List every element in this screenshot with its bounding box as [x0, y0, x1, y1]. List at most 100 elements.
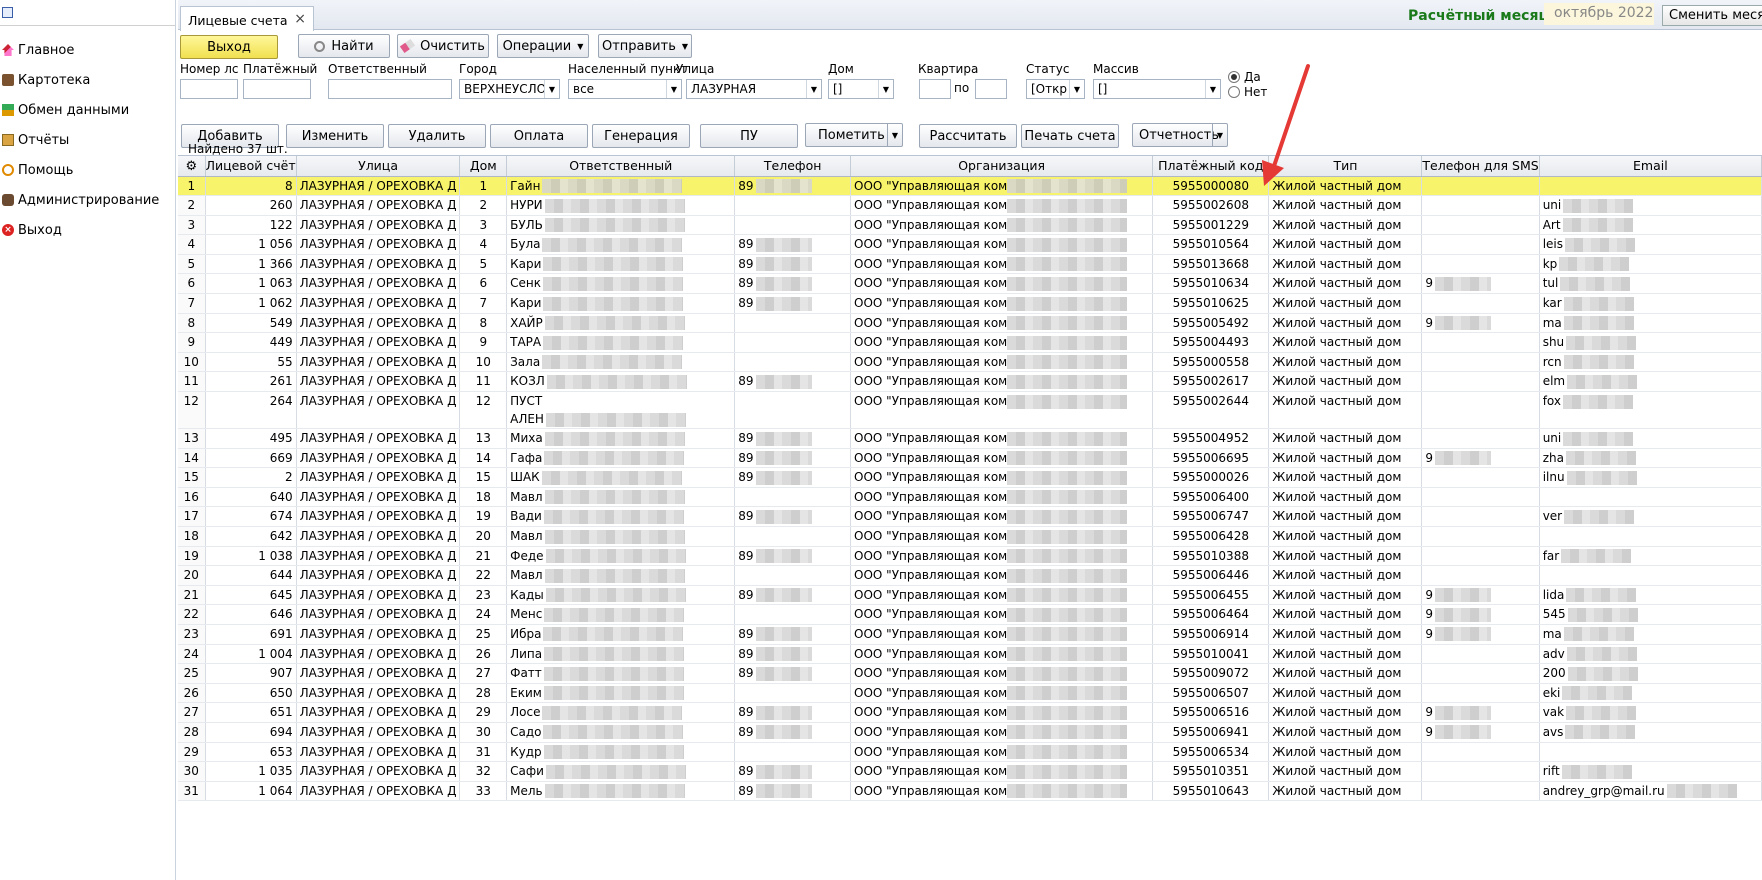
account-cell-text: 55 [277, 354, 293, 369]
table-row[interactable]: 17 674 ЛАЗУРНАЯ / ОРЕХОВКА Д 19 Вади 89 ООО "У… [178, 506, 1762, 527]
account-cell: 694 [205, 722, 297, 743]
street-label: Улица [676, 62, 715, 76]
table-row[interactable]: 22 646 ЛАЗУРНАЯ / ОРЕХОВКА Д 24 Менс ООО "Упр… [178, 604, 1762, 625]
account-cell-text: 1 038 [258, 548, 293, 563]
clear-button[interactable]: Очистить [397, 34, 489, 58]
organization-cell: ООО "Управляющая ком [850, 702, 1154, 723]
settlement-select[interactable]: все ▼ [568, 79, 682, 99]
table-row[interactable]: 10 55 ЛАЗУРНАЯ / ОРЕХОВКА Д 10 Зала ООО "Упра… [178, 352, 1762, 373]
table-row[interactable]: 11 261 ЛАЗУРНАЯ / ОРЕХОВКА Д 11 КОЗЛ 89 ООО "У… [178, 371, 1762, 393]
payment-button[interactable]: Оплата [490, 124, 588, 148]
column-header[interactable]: Дом [459, 156, 508, 177]
reporting-split-button[interactable]: Отчетность ▼ [1132, 123, 1228, 147]
sidebar-item-admin[interactable]: Администрирование [0, 185, 175, 215]
collapse-panel-icon[interactable] [2, 7, 13, 18]
sidebar-item-reports[interactable]: Отчёты [0, 125, 175, 155]
apartment-to-input[interactable] [975, 79, 1007, 99]
massiv-select[interactable]: [] ▼ [1093, 79, 1221, 99]
delete-button[interactable]: Удалить [388, 124, 486, 148]
table-row[interactable]: 5 1 366 ЛАЗУРНАЯ / ОРЕХОВКА Д 5 Кари 89 ООО "У… [178, 254, 1762, 275]
organization-cell: ООО "Управляющая ком [850, 604, 1154, 625]
column-header[interactable]: Платёжный код [1152, 156, 1270, 177]
mark-split-button[interactable]: Пометить ▼ [805, 123, 903, 147]
sidebar-item-help[interactable]: Помощь [0, 155, 175, 185]
table-row[interactable]: 6 1 063 ЛАЗУРНАЯ / ОРЕХОВКА Д 6 Сенк 89 ООО "У… [178, 273, 1762, 295]
column-settings-header[interactable]: ⚙ [178, 156, 206, 177]
table-row[interactable]: 7 1 062 ЛАЗУРНАЯ / ОРЕХОВКА Д 7 Кари 89 ООО "У… [178, 293, 1762, 314]
calculate-button[interactable]: Рассчитать [919, 124, 1017, 148]
apartment-from-input[interactable] [919, 79, 951, 99]
sidebar-item-home[interactable]: Главное [0, 35, 175, 65]
sidebar-item-card-file[interactable]: Картотека [0, 65, 175, 95]
table-row[interactable]: 18 642 ЛАЗУРНАЯ / ОРЕХОВКА Д 20 Мавл ООО "Упр… [178, 526, 1762, 547]
responsible-input[interactable] [328, 79, 452, 99]
table-row[interactable]: 14 669 ЛАЗУРНАЯ / ОРЕХОВКА Д 14 Гафа 89 ООО "У… [178, 448, 1762, 469]
column-header[interactable]: Ответственный [506, 156, 736, 177]
chevron-down-icon[interactable]: ▼ [887, 124, 902, 146]
edit-button[interactable]: Изменить [286, 124, 384, 148]
table-row[interactable]: 31 1 064 ЛАЗУРНАЯ / ОРЕХОВКА Д 33 Мель 89 ООО … [178, 781, 1762, 802]
table-row[interactable]: 25 907 ЛАЗУРНАЯ / ОРЕХОВКА Д 27 Фатт 89 ООО "У… [178, 663, 1762, 684]
table-row[interactable]: 2 260 ЛАЗУРНАЯ / ОРЕХОВКА Д 2 НУРИ ООО "Управ… [178, 195, 1762, 216]
column-header[interactable]: Телефон для SMS [1421, 156, 1540, 177]
table-row[interactable]: 1 8 ЛАЗУРНАЯ / ОРЕХОВКА Д 1 Гайн 89 ООО "Управ… [178, 176, 1762, 197]
responsible-cell: БУЛЬ [506, 215, 736, 236]
column-header[interactable]: Телефон [734, 156, 852, 177]
row-number-text: 22 [183, 607, 199, 622]
table-row[interactable]: 24 1 004 ЛАЗУРНАЯ / ОРЕХОВКА Д 26 Липа 89 ООО … [178, 644, 1762, 665]
row-number: 6 [178, 273, 206, 295]
send-dropdown[interactable]: Отправить ▼ [598, 34, 692, 58]
sidebar-item-exit[interactable]: × Выход [0, 215, 175, 245]
account-number-input[interactable] [180, 79, 238, 99]
account-cell: 495 [205, 428, 297, 449]
status-select[interactable]: [Откр ▼ [1026, 79, 1085, 99]
table-row[interactable]: 16 640 ЛАЗУРНАЯ / ОРЕХОВКА Д 18 Мавл ООО "Упр… [178, 487, 1762, 508]
find-button[interactable]: Найти [298, 34, 390, 58]
table-row[interactable]: 29 653 ЛАЗУРНАЯ / ОРЕХОВКА Д 31 Кудр ООО "Упр… [178, 742, 1762, 763]
column-header[interactable]: Улица [296, 156, 461, 177]
chevron-down-icon[interactable]: ▼ [1212, 124, 1227, 146]
house-select[interactable]: [] ▼ [828, 79, 894, 99]
table-row[interactable]: 20 644 ЛАЗУРНАЯ / ОРЕХОВКА Д 22 Мавл ООО "Упр… [178, 565, 1762, 586]
redacted-block [1007, 705, 1128, 720]
table-row[interactable]: 8 549 ЛАЗУРНАЯ / ОРЕХОВКА Д 8 ХАЙР ООО "Управ… [178, 313, 1762, 334]
table-row[interactable]: 4 1 056 ЛАЗУРНАЯ / ОРЕХОВКА Д 4 Була 89 ООО "У… [178, 234, 1762, 255]
street-select[interactable]: ЛАЗУРНАЯ ▼ [686, 79, 822, 99]
table-row[interactable]: 21 645 ЛАЗУРНАЯ / ОРЕХОВКА Д 23 Кады 89 ООО "У… [178, 585, 1762, 606]
radio-yes[interactable]: Да [1228, 70, 1261, 84]
table-row[interactable]: 28 694 ЛАЗУРНАЯ / ОРЕХОВКА Д 30 Садо 89 ООО "У… [178, 722, 1762, 743]
operations-dropdown[interactable]: Операции ▼ [497, 34, 589, 58]
table-row[interactable]: 9 449 ЛАЗУРНАЯ / ОРЕХОВКА Д 9 ТАРА ООО "Управ… [178, 332, 1762, 353]
account-cell: 1 366 [205, 254, 297, 275]
sidebar-item-data-exchange[interactable]: Обмен данными [0, 95, 175, 125]
column-header[interactable]: Лицевой счёт [205, 156, 297, 177]
table-row[interactable]: 26 650 ЛАЗУРНАЯ / ОРЕХОВКА Д 28 Еким ООО "Упр… [178, 683, 1762, 704]
column-header[interactable]: Организация [850, 156, 1154, 177]
redacted-block [1007, 451, 1128, 466]
table-row[interactable]: 12 264 ЛАЗУРНАЯ / ОРЕХОВКА Д 12 ПУСТ АЛЕН ООО … [178, 391, 1762, 430]
redacted-block [1007, 627, 1128, 642]
tab-accounts[interactable]: Лицевые счета × [180, 6, 314, 31]
change-month-button[interactable]: Сменить месяц [1662, 5, 1762, 26]
close-icon[interactable]: × [294, 11, 306, 27]
table-row[interactable]: 3 122 ЛАЗУРНАЯ / ОРЕХОВКА Д 3 БУЛЬ ООО "Управ… [178, 215, 1762, 236]
table-row[interactable]: 30 1 035 ЛАЗУРНАЯ / ОРЕХОВКА Д 32 Сафи 89 ООО … [178, 761, 1762, 782]
exit-button[interactable]: Выход [180, 35, 278, 59]
payment-code-input[interactable] [243, 79, 311, 99]
gear-icon[interactable]: ⚙ [185, 159, 197, 174]
print-invoice-button[interactable]: Печать счета [1021, 124, 1119, 148]
radio-no[interactable]: Нет [1228, 85, 1267, 99]
column-header[interactable]: Email [1539, 156, 1762, 177]
table-row[interactable]: 15 2 ЛАЗУРНАЯ / ОРЕХОВКА Д 15 ШАК 89 ООО "Упра… [178, 467, 1762, 488]
generation-button[interactable]: Генерация [592, 124, 690, 148]
type-cell-text: Жилой частный дом [1272, 315, 1402, 330]
column-header[interactable]: Тип [1268, 156, 1423, 177]
table-row[interactable]: 27 651 ЛАЗУРНАЯ / ОРЕХОВКА Д 29 Лосе 89 ООО "У… [178, 702, 1762, 723]
table-row[interactable]: 13 495 ЛАЗУРНАЯ / ОРЕХОВКА Д 13 Миха 89 ООО "У… [178, 428, 1762, 449]
meter-button[interactable]: ПУ [700, 124, 798, 148]
table-row[interactable]: 23 691 ЛАЗУРНАЯ / ОРЕХОВКА Д 25 Ибра 89 ООО "У… [178, 624, 1762, 645]
city-select[interactable]: ВЕРХНЕУСЛОНС ▼ [459, 79, 560, 99]
type-cell-text: Жилой частный дом [1272, 470, 1402, 485]
row-number-text: 8 [187, 315, 196, 330]
table-row[interactable]: 19 1 038 ЛАЗУРНАЯ / ОРЕХОВКА Д 21 Феде 89 ООО … [178, 546, 1762, 567]
